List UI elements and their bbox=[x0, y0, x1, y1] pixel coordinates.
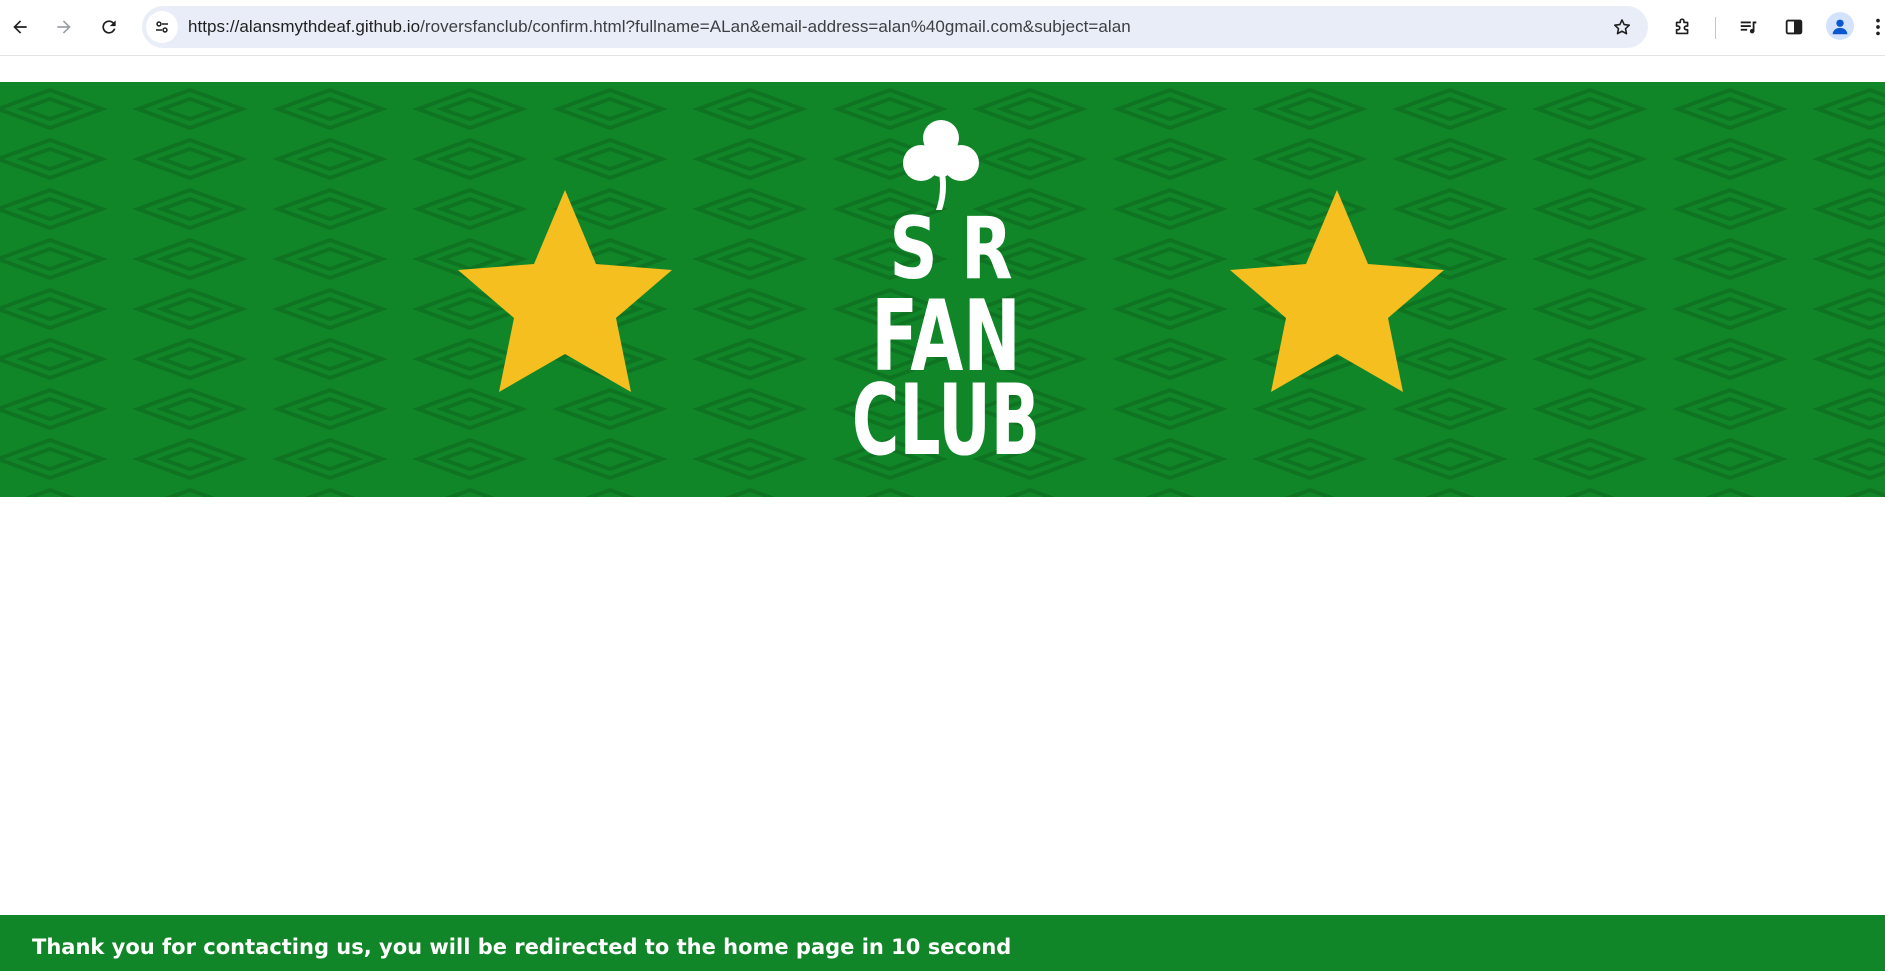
forward-button[interactable] bbox=[47, 10, 81, 44]
tune-icon bbox=[156, 21, 168, 33]
star-right-icon bbox=[1230, 190, 1444, 392]
side-panel-icon bbox=[1785, 19, 1803, 35]
reload-icon bbox=[102, 20, 116, 34]
arrow-right-icon bbox=[57, 20, 71, 34]
kebab-menu-icon bbox=[1875, 18, 1880, 36]
redirect-message: Thank you for contacting us, you will be… bbox=[32, 935, 1012, 959]
bookmark-button[interactable] bbox=[1610, 15, 1634, 39]
profile-button[interactable] bbox=[1826, 12, 1854, 40]
page-top-spacer bbox=[0, 56, 1885, 82]
address-bar[interactable]: https://alansmythdeaf.github.io/roversfa… bbox=[142, 6, 1648, 48]
back-button[interactable] bbox=[3, 10, 37, 44]
footer-bar: Thank you for contacting us, you will be… bbox=[0, 915, 1885, 971]
site-info-button[interactable] bbox=[146, 11, 178, 43]
star-outline-icon bbox=[1613, 19, 1631, 35]
url-text[interactable]: https://alansmythdeaf.github.io/roversfa… bbox=[188, 6, 1131, 48]
header-banner: S R FAN CLUB bbox=[0, 82, 1885, 497]
url-host: https://alansmythdeaf.github.io bbox=[188, 17, 421, 36]
reload-button[interactable] bbox=[92, 10, 126, 44]
person-icon bbox=[1832, 19, 1848, 35]
arrow-left-icon bbox=[13, 20, 27, 34]
playlist-icon bbox=[1740, 21, 1757, 34]
toolbar-divider bbox=[1715, 17, 1716, 39]
puzzle-icon bbox=[1675, 18, 1689, 35]
star-left-icon bbox=[458, 190, 672, 392]
logo-text: S R FAN CLUB bbox=[852, 199, 1040, 458]
browser-menu-button[interactable] bbox=[1870, 12, 1885, 42]
browser-toolbar: https://alansmythdeaf.github.io/roversfa… bbox=[0, 0, 1885, 56]
svg-text:CLUB: CLUB bbox=[852, 363, 1040, 458]
sr-fan-club-logo: S R FAN CLUB bbox=[852, 120, 1040, 458]
extensions-button[interactable] bbox=[1668, 12, 1698, 42]
side-panel-button[interactable] bbox=[1779, 12, 1809, 42]
shamrock-icon bbox=[903, 120, 979, 210]
url-path: /roversfanclub/confirm.html?fullname=ALa… bbox=[420, 17, 1131, 36]
media-controls-button[interactable] bbox=[1734, 12, 1764, 42]
page-content bbox=[0, 497, 1885, 915]
